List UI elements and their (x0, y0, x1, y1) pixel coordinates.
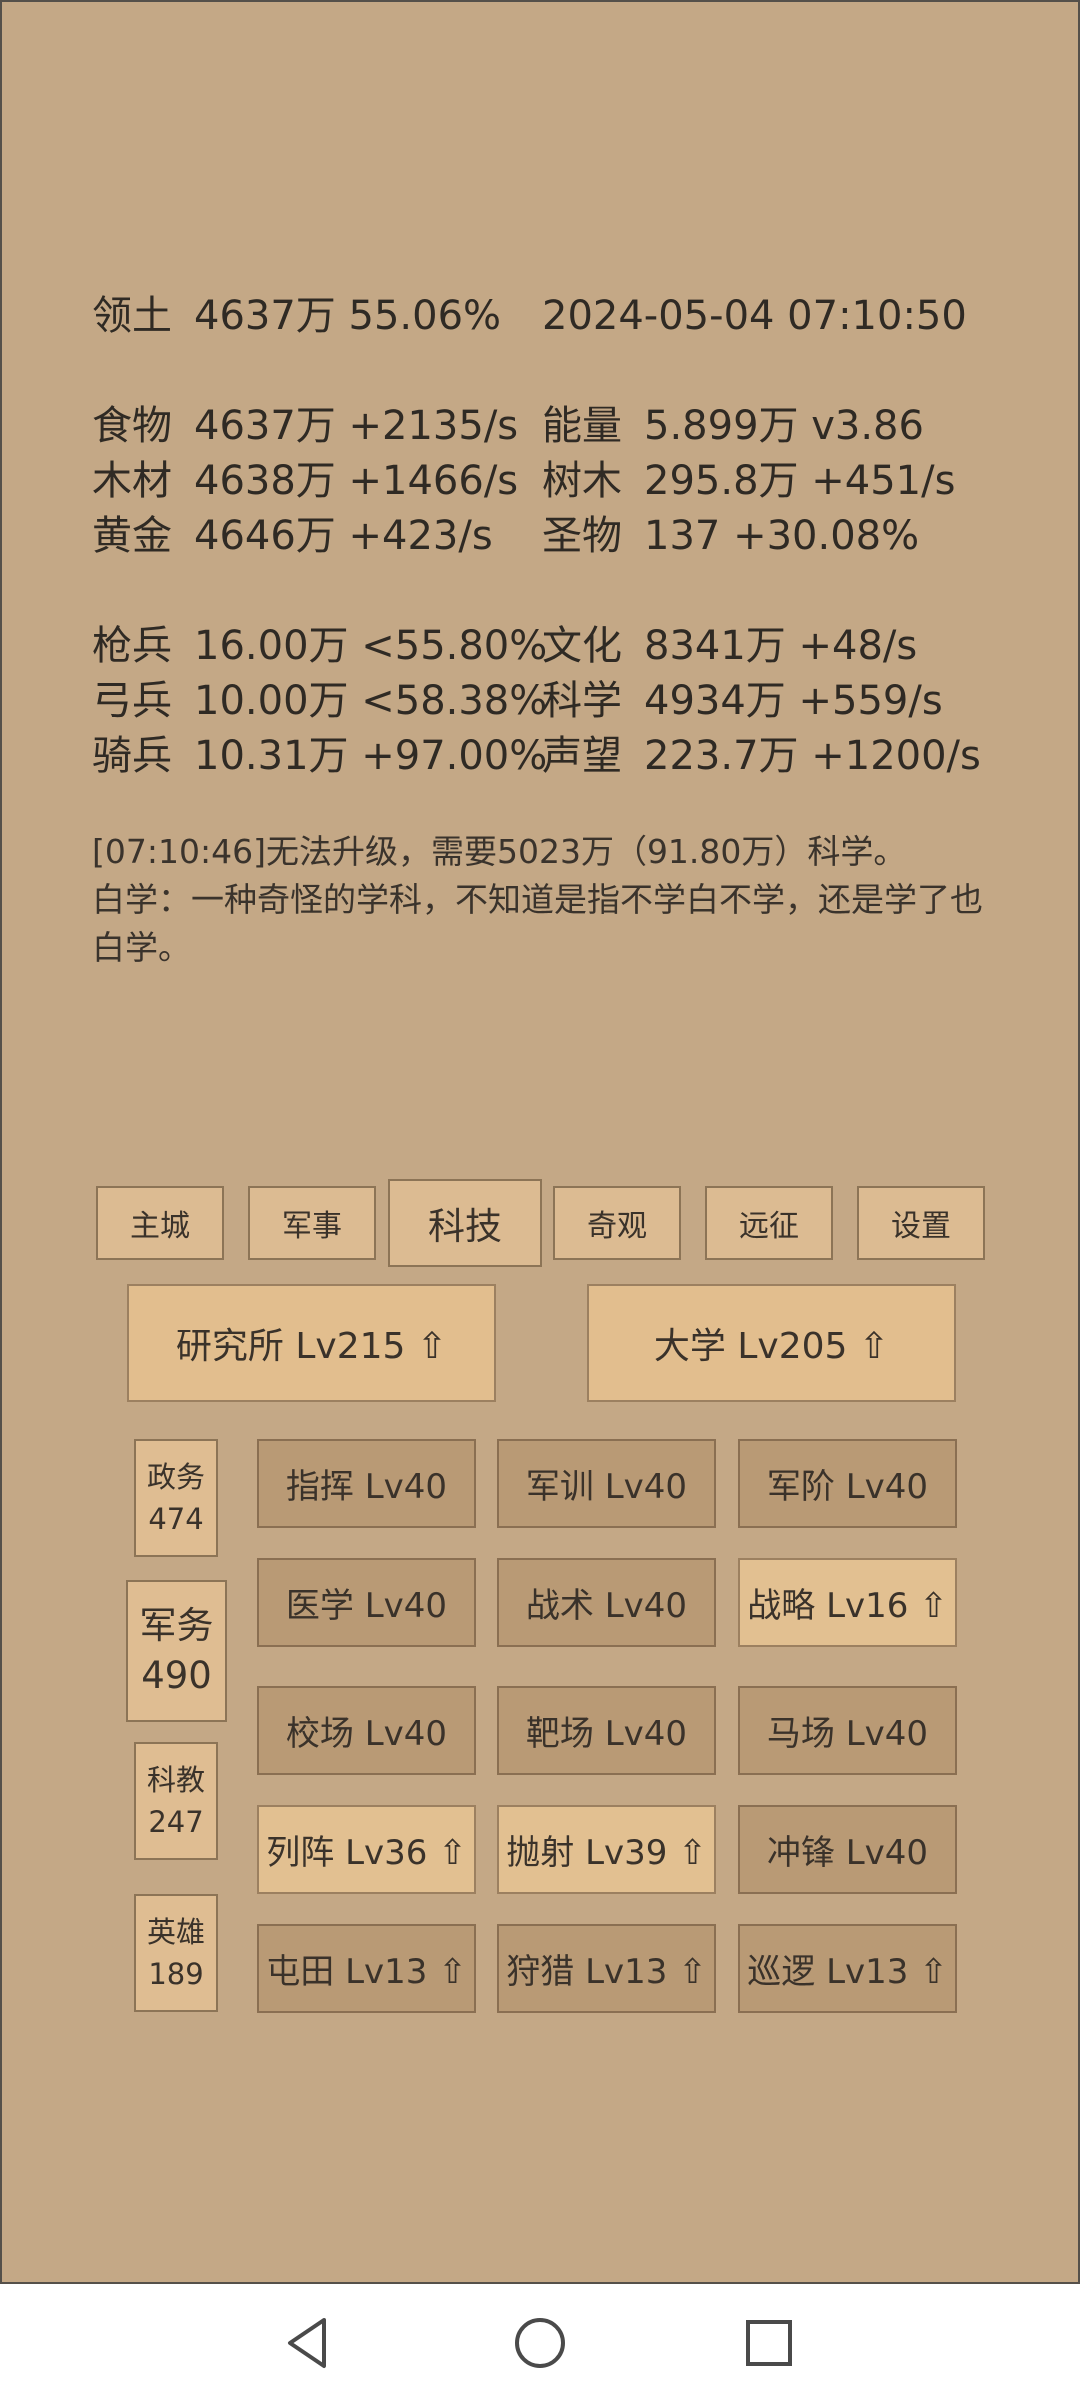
tech-command[interactable]: 指挥 Lv40 (257, 1439, 476, 1528)
resource-label: 食物 (92, 403, 172, 449)
tech-projectile[interactable]: 抛射 Lv39 ⇧ (497, 1805, 716, 1894)
resource-label: 圣物 (542, 513, 622, 559)
tab-expedition[interactable]: 远征 (705, 1186, 833, 1260)
category-count: 247 (148, 1805, 204, 1839)
tech-hunting[interactable]: 狩猎 Lv13 ⇧ (497, 1924, 716, 2013)
datetime: 2024-05-04 07:10:50 (542, 293, 967, 339)
tech-farming[interactable]: 屯田 Lv13 ⇧ (257, 1924, 476, 2013)
research-institute-button[interactable]: 研究所 Lv215 ⇧ (127, 1284, 496, 1402)
resource-value: 223.7万 +1200/s (644, 733, 981, 779)
category-government[interactable]: 政务 474 (134, 1439, 218, 1557)
resource-label: 树木 (542, 458, 622, 504)
troop-value: 10.00万 <58.38% (194, 678, 548, 724)
tech-archery-range[interactable]: 靶场 Lv40 (497, 1686, 716, 1775)
tab-military[interactable]: 军事 (248, 1186, 376, 1260)
resource-label: 黄金 (92, 513, 172, 559)
resource-label: 能量 (542, 403, 622, 449)
resource-label: 文化 (542, 623, 622, 669)
tab-main-city[interactable]: 主城 (96, 1186, 224, 1260)
troop-value: 16.00万 <55.80% (194, 623, 548, 669)
tech-charge[interactable]: 冲锋 Lv40 (738, 1805, 957, 1894)
troop-label: 枪兵 (92, 623, 172, 669)
tech-military-training[interactable]: 军训 Lv40 (497, 1439, 716, 1528)
resource-value: 4638万 +1466/s (194, 458, 519, 504)
category-name: 政务 (146, 1460, 205, 1494)
tab-settings[interactable]: 设置 (857, 1186, 985, 1260)
category-name: 军务 (139, 1604, 214, 1647)
category-name: 科教 (146, 1763, 205, 1797)
category-count: 474 (148, 1502, 204, 1536)
category-name: 英雄 (146, 1915, 205, 1949)
game-screen: 领土 4637万 55.06% 2024-05-04 07:10:50 食物 4… (0, 0, 1080, 2284)
tech-tactics[interactable]: 战术 Lv40 (497, 1558, 716, 1647)
university-button[interactable]: 大学 Lv205 ⇧ (587, 1284, 956, 1402)
resource-value: 4934万 +559/s (644, 678, 943, 724)
tab-technology[interactable]: 科技 (388, 1179, 542, 1267)
tech-military-rank[interactable]: 军阶 Lv40 (738, 1439, 957, 1528)
category-count: 490 (141, 1654, 212, 1697)
message-log: [07:10:46]无法升级，需要5023万（91.80万）科学。 白学：一种奇… (92, 828, 992, 972)
tech-medicine[interactable]: 医学 Lv40 (257, 1558, 476, 1647)
troop-label: 骑兵 (92, 733, 172, 779)
log-description: 白学：一种奇怪的学科，不知道是指不学白不学，还是学了也白学。 (92, 880, 983, 967)
category-heroes[interactable]: 英雄 189 (134, 1894, 218, 2012)
territory-value: 4637万 55.06% (194, 293, 502, 339)
resource-value: 5.899万 v3.86 (644, 403, 924, 449)
resource-label: 科学 (542, 678, 622, 724)
resource-value: 8341万 +48/s (644, 623, 918, 669)
category-count: 189 (148, 1957, 204, 1991)
home-icon[interactable] (511, 2314, 569, 2372)
resource-label: 木材 (92, 458, 172, 504)
recents-icon[interactable] (740, 2314, 798, 2372)
system-navigation-bar (0, 2286, 1080, 2400)
resource-value: 295.8万 +451/s (644, 458, 956, 504)
category-education[interactable]: 科教 247 (134, 1742, 218, 1860)
log-message: [07:10:46]无法升级，需要5023万（91.80万）科学。 (92, 832, 907, 871)
tech-stable[interactable]: 马场 Lv40 (738, 1686, 957, 1775)
tab-wonders[interactable]: 奇观 (553, 1186, 681, 1260)
tech-formation[interactable]: 列阵 Lv36 ⇧ (257, 1805, 476, 1894)
tech-patrol[interactable]: 巡逻 Lv13 ⇧ (738, 1924, 957, 2013)
troop-label: 弓兵 (92, 678, 172, 724)
resource-value: 4646万 +423/s (194, 513, 493, 559)
tech-drill-ground[interactable]: 校场 Lv40 (257, 1686, 476, 1775)
category-military-affairs[interactable]: 军务 490 (126, 1580, 227, 1722)
resource-value: 137 +30.08% (644, 513, 920, 559)
back-icon[interactable] (280, 2314, 338, 2372)
territory-label: 领土 (92, 293, 172, 339)
troop-value: 10.31万 +97.00% (194, 733, 548, 779)
resource-value: 4637万 +2135/s (194, 403, 519, 449)
resource-label: 声望 (542, 733, 622, 779)
tech-strategy[interactable]: 战略 Lv16 ⇧ (738, 1558, 957, 1647)
